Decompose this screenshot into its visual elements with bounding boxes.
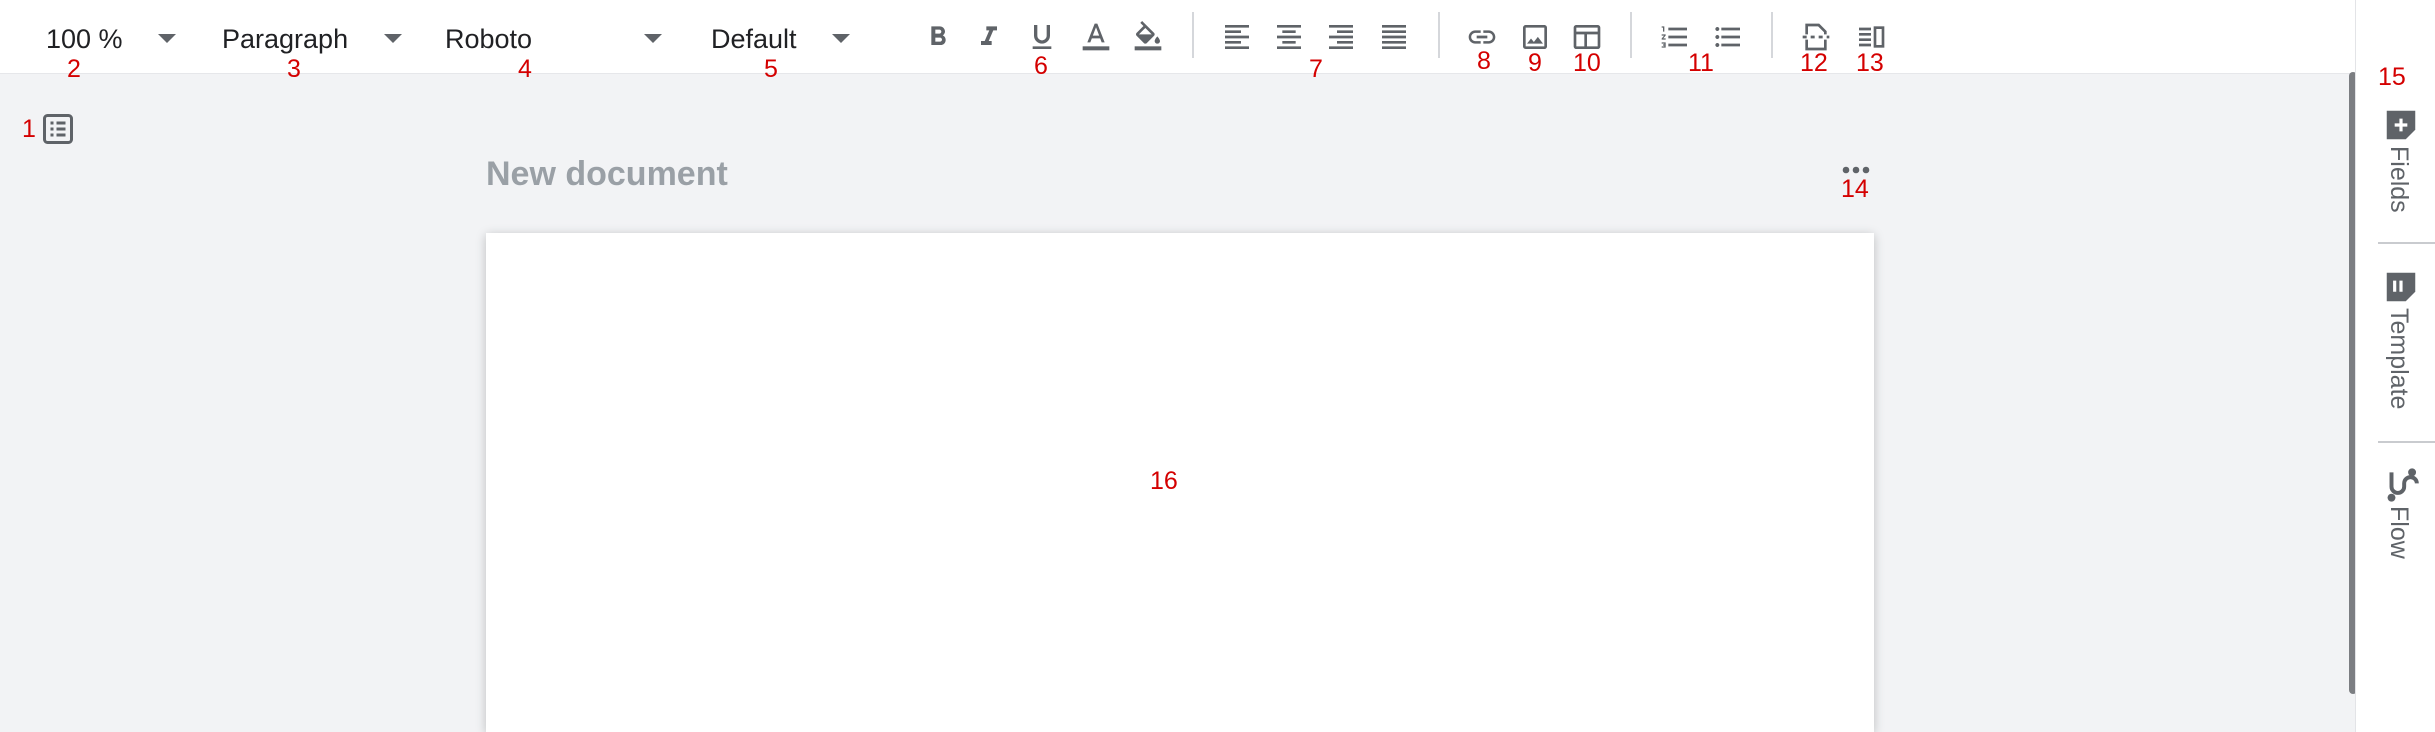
align-left-button[interactable] (1216, 16, 1258, 58)
align-justify-button[interactable] (1373, 16, 1415, 58)
flow-icon (2387, 468, 2419, 502)
font-size-value: Default (711, 23, 797, 54)
annotation-label: 2 (67, 55, 81, 83)
align-right-button[interactable] (1320, 16, 1362, 58)
annotation-label: 15 (2378, 63, 2406, 91)
annotation-label: 16 (1150, 467, 1178, 495)
annotation-label: 3 (287, 55, 301, 83)
annotation-label: 6 (1034, 52, 1048, 80)
annotation-label: 9 (1528, 49, 1542, 77)
toolbar-divider (1438, 12, 1440, 58)
align-right-icon (1329, 25, 1353, 49)
annotation-label: 8 (1477, 47, 1491, 75)
annotation-label: 14 (1841, 175, 1869, 203)
block-style-value: Paragraph (222, 23, 349, 54)
sidebar-tab-label: Fields (2385, 146, 2413, 213)
toolbar-divider (1771, 12, 1773, 58)
sidebar-tab-label: Template (2385, 308, 2413, 410)
italic-icon (981, 26, 997, 45)
zoom-value: 100 % (46, 23, 123, 54)
annotation-label: 10 (1573, 49, 1601, 77)
highlight-icon (1134, 21, 1162, 51)
align-center-button[interactable] (1268, 16, 1310, 58)
annotation-label: 5 (764, 55, 778, 83)
italic-button[interactable] (968, 16, 1010, 58)
sidebar-divider (2378, 441, 2435, 443)
chevron-down-icon (644, 34, 662, 43)
template-icon (2386, 272, 2416, 302)
sidebar-tab-template[interactable]: Template (2356, 262, 2435, 412)
add-field-icon (2386, 110, 2416, 140)
bulleted-list-icon (1715, 27, 1740, 47)
numbered-list-icon (1661, 26, 1687, 48)
font-family-dropdown[interactable]: Roboto (445, 20, 665, 58)
right-sidebar: Fields Template Flow (2355, 0, 2435, 732)
font-family-value: Roboto (445, 23, 533, 54)
annotation-label: 7 (1309, 55, 1323, 83)
bold-button[interactable] (917, 16, 959, 58)
annotation-label: 4 (518, 55, 532, 83)
chevron-down-icon (832, 34, 850, 43)
annotation-label: 1 (22, 115, 36, 143)
outline-toggle-button[interactable] (40, 111, 76, 147)
annotation-label: 12 (1800, 49, 1828, 77)
sidebar-tab-flow[interactable]: Flow (2356, 460, 2435, 570)
sidebar-tab-fields[interactable]: Fields (2356, 100, 2435, 230)
align-justify-icon (1382, 25, 1406, 49)
font-size-dropdown[interactable]: Default (711, 20, 861, 58)
text-color-icon (1082, 23, 1110, 51)
align-center-icon (1277, 25, 1301, 49)
align-left-icon (1225, 25, 1249, 49)
text-color-button[interactable] (1075, 16, 1117, 58)
document-page[interactable] (486, 233, 1874, 732)
list-outline-icon (43, 114, 73, 144)
document-title[interactable]: New document (486, 155, 728, 194)
bold-icon (931, 26, 946, 45)
chevron-down-icon (158, 34, 176, 43)
annotation-label: 13 (1856, 49, 1884, 77)
sidebar-divider (2378, 242, 2435, 244)
block-style-dropdown[interactable]: Paragraph (222, 20, 412, 58)
annotation-label: 11 (1688, 49, 1714, 77)
toolbar-divider (1192, 12, 1194, 58)
zoom-dropdown[interactable]: 100 % (46, 20, 186, 58)
sidebar-tab-label: Flow (2385, 506, 2413, 559)
editor-toolbar: 100 % Paragraph Roboto Default (0, 0, 2355, 74)
underline-icon (1032, 25, 1052, 49)
highlight-button[interactable] (1127, 16, 1169, 58)
toolbar-divider (1630, 12, 1632, 58)
chevron-down-icon (384, 34, 402, 43)
